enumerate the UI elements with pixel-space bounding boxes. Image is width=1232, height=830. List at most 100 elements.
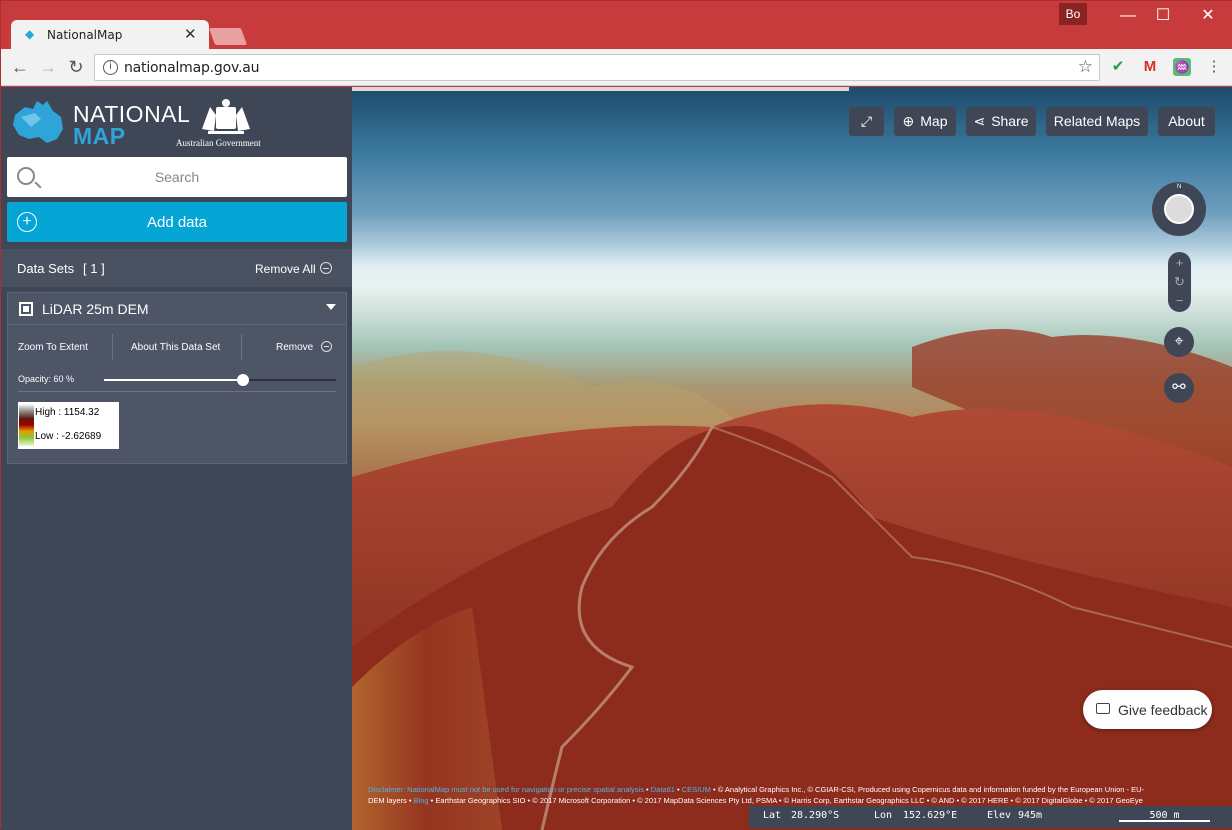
map-button-label: Map <box>920 113 948 129</box>
opacity-label: Opacity: 60 % <box>18 374 75 384</box>
close-window-icon[interactable]: ✕ <box>1193 5 1223 27</box>
back-icon[interactable]: ← <box>9 56 31 78</box>
map-attribution: Disclaimer: NationalMap must not be used… <box>368 785 1144 805</box>
add-data-label: Add data <box>146 214 208 231</box>
zoom-in-icon[interactable]: + <box>1168 254 1191 272</box>
map-settings-button[interactable]: ⊕ Map <box>894 107 956 136</box>
measure-tool-button[interactable]: ⚯ <box>1164 373 1194 403</box>
bookmark-star-icon[interactable]: ☆ <box>1078 57 1093 77</box>
legend-color-ramp <box>19 404 34 446</box>
share-button[interactable]: ⋖ Share <box>966 107 1036 136</box>
tab-title: NationalMap <box>47 28 123 42</box>
disclaimer-link[interactable]: Disclaimer: NationalMap must not be used… <box>368 785 644 794</box>
tab-nationalmap[interactable]: ◆ NationalMap ✕ <box>11 20 209 49</box>
compass-icon[interactable] <box>1164 194 1194 224</box>
action-divider <box>241 334 242 360</box>
share-button-label: Share <box>991 113 1029 129</box>
workbench-sidebar: NATIONAL MAP Australian Government Searc… <box>1 87 352 830</box>
map-viewer[interactable]: ⤢ ⊕ Map ⋖ Share Related Maps About N + ↻ −… <box>352 87 1232 830</box>
share-icon: ⋖ <box>973 113 986 129</box>
my-location-button[interactable]: ⌖ <box>1164 327 1194 357</box>
about-dataset-button[interactable]: About This Data Set <box>131 342 220 353</box>
action-divider <box>112 334 113 360</box>
audio-extension-icon[interactable]: ♒ <box>1173 58 1191 76</box>
legend-low-label: Low : -2.62689 <box>35 431 102 442</box>
checkmark-extension-icon[interactable]: ✔ <box>1109 58 1127 76</box>
minimize-icon[interactable]: — <box>1113 5 1143 27</box>
search-placeholder: Search <box>154 169 200 185</box>
menu-dots-icon[interactable]: ⋮ <box>1205 58 1223 76</box>
expand-icon: ⤢ <box>860 113 873 129</box>
dataset-legend: High : 1154.32 Low : -2.62689 <box>18 402 119 449</box>
coat-of-arms-icon <box>202 99 250 134</box>
datasets-title: Data Sets <box>17 261 75 276</box>
give-feedback-button[interactable]: Give feedback <box>1083 690 1212 729</box>
reload-icon[interactable]: ↻ <box>65 56 87 78</box>
address-bar[interactable]: i nationalmap.gov.au ☆ <box>94 54 1100 81</box>
zoom-to-extent-button[interactable]: Zoom To Extent <box>18 342 88 353</box>
new-tab-button[interactable] <box>208 28 248 45</box>
datasets-count: [ 1 ] <box>83 261 105 276</box>
nationalmap-logo[interactable]: NATIONAL MAP <box>11 97 190 149</box>
attribution-line2: Earthstar Geographics SIO • © 2017 Micro… <box>435 796 1143 805</box>
dataset-name[interactable]: LiDAR 25m DEM <box>42 301 149 317</box>
forward-icon[interactable]: → <box>37 56 59 78</box>
reset-view-icon[interactable]: ↻ <box>1168 273 1191 291</box>
location-status-bar: Lat 28.290°S Lon 152.629°E Elev 945m 500… <box>749 806 1232 828</box>
attribution-dem: DEM layers <box>368 796 407 805</box>
remove-dataset-button[interactable]: Remove <box>276 342 313 353</box>
related-maps-button[interactable]: Related Maps <box>1046 107 1148 136</box>
cesium-link[interactable]: CESIUM <box>682 785 711 794</box>
url-text[interactable]: nationalmap.gov.au <box>124 60 259 76</box>
logo-text-map: MAP <box>73 123 126 149</box>
dataset-visibility-checkbox[interactable] <box>19 302 33 316</box>
remove-all-button[interactable]: Remove All <box>255 262 316 276</box>
tab-strip: ◆ NationalMap ✕ Bo — ☐ ✕ <box>1 1 1232 49</box>
bing-link[interactable]: Bing <box>414 796 429 805</box>
opacity-slider-thumb[interactable] <box>237 374 250 386</box>
lat-value: 28.290°S <box>791 810 840 821</box>
dataset-actions: Zoom To Extent About This Data Set Remov… <box>8 334 346 360</box>
browser-window: ◆ NationalMap ✕ Bo — ☐ ✕ ← → ↻ i nationa… <box>0 0 1232 830</box>
profile-button[interactable]: Bo <box>1059 3 1087 25</box>
feedback-label: Give feedback <box>1118 702 1208 718</box>
australia-map-icon <box>13 101 63 143</box>
maximize-icon[interactable]: ☐ <box>1148 5 1178 27</box>
browser-toolbar: ← → ↻ i nationalmap.gov.au ☆ ✔ M ♒ ⋮ <box>1 49 1232 86</box>
lon-label: Lon <box>874 810 893 821</box>
data61-link[interactable]: Data61 <box>651 785 675 794</box>
info-icon[interactable]: i <box>103 60 118 75</box>
about-button[interactable]: About <box>1158 107 1215 136</box>
elev-label: Elev <box>987 810 1012 821</box>
australia-favicon-icon: ◆ <box>25 27 35 41</box>
chat-icon <box>1096 703 1110 714</box>
gov-label: Australian Government <box>176 138 261 148</box>
divider <box>18 391 336 392</box>
opacity-slider[interactable] <box>104 374 336 386</box>
opacity-slider-fill <box>104 379 244 381</box>
dataset-item: LiDAR 25m DEM Zoom To Extent About This … <box>7 292 347 464</box>
legend-high-label: High : 1154.32 <box>35 407 100 418</box>
minus-circle-icon[interactable] <box>321 341 332 352</box>
elev-value: 945m <box>1018 810 1043 821</box>
loading-progress-bar <box>352 87 849 91</box>
add-data-button[interactable]: + Add data <box>7 202 347 242</box>
australian-government-crest: Australian Government <box>176 95 276 151</box>
gmail-extension-icon[interactable]: M <box>1141 58 1159 76</box>
crosshair-icon: ⌖ <box>1174 333 1184 350</box>
fullscreen-button[interactable]: ⤢ <box>849 107 884 136</box>
ruler-icon: ⚯ <box>1172 379 1186 396</box>
lon-value: 152.629°E <box>903 810 958 821</box>
search-input[interactable]: Search <box>7 157 347 197</box>
zoom-control: + ↻ − <box>1168 252 1191 312</box>
scale-bar: 500 m <box>1119 810 1210 822</box>
chevron-down-icon[interactable] <box>326 304 336 310</box>
dataset-header[interactable]: LiDAR 25m DEM <box>8 293 346 325</box>
minus-circle-icon[interactable] <box>320 262 332 274</box>
compass-control[interactable]: N <box>1152 182 1206 236</box>
lat-label: Lat <box>763 810 782 821</box>
zoom-out-icon[interactable]: − <box>1168 292 1191 310</box>
tab-close-icon[interactable]: ✕ <box>184 25 197 43</box>
compass-north-label: N <box>1177 184 1182 190</box>
datasets-header: Data Sets [ 1 ] Remove All <box>1 249 352 287</box>
